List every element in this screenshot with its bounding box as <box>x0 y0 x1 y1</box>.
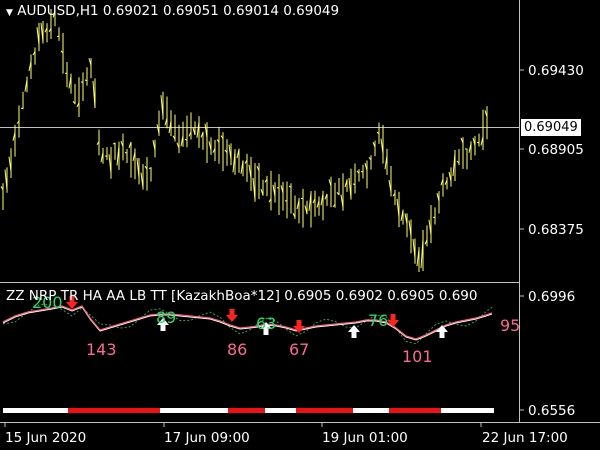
zigzag-label: 95 <box>500 316 520 335</box>
symbol-arrow-icon: ▼ <box>6 8 13 18</box>
indicator-price-label: 0.6996 <box>528 289 575 305</box>
time-label: 17 Jun 09:00 <box>164 430 250 446</box>
chart-canvas[interactable]: 0.69430 0.68905 0.68375 0.6996 0.6556 15… <box>0 0 600 450</box>
indicator-signal-line <box>2 306 493 341</box>
symbol-timeframe: AUDUSD,H1 <box>17 3 99 19</box>
ohlc-values: 0.69021 0.69051 0.69014 0.69049 <box>102 3 340 19</box>
candlestick-series <box>0 8 488 272</box>
time-label: 22 Jun 17:00 <box>482 430 568 446</box>
zigzag-label: 63 <box>256 314 276 333</box>
signal-bar-segment <box>389 408 441 413</box>
signal-bar-segment <box>353 408 389 413</box>
time-label: 15 Jun 2020 <box>5 430 86 446</box>
time-label: 19 Jun 01:00 <box>322 430 408 446</box>
indicator-price-label: 0.6556 <box>528 403 575 419</box>
signal-bar-segment <box>160 408 228 413</box>
zigzag-label: 86 <box>227 340 247 359</box>
indicator-name: ZZ NRP TR HA AA LB TT [KazakhBoa*12] <box>6 288 280 304</box>
zigzag-label: 67 <box>289 340 309 359</box>
zigzag-label: 76 <box>368 311 388 330</box>
indicator-main-line <box>2 305 493 340</box>
current-price-tag: 0.69049 <box>521 119 581 136</box>
indicator-lines <box>2 303 493 345</box>
price-label: 0.69430 <box>528 63 584 79</box>
zigzag-label: 143 <box>86 340 117 359</box>
signal-bar-segment <box>3 408 68 413</box>
indicator-header: ZZ NRP TR HA AA LB TT [KazakhBoa*12] 0.6… <box>6 288 520 304</box>
signal-bar-segment <box>296 408 353 413</box>
candle-open-tick <box>20 107 24 110</box>
buy-arrow-icon <box>436 325 448 338</box>
indicator-values: 0.6905 0.6902 0.6905 0.690 <box>284 288 478 304</box>
zigzag-label: 101 <box>402 347 433 366</box>
zigzag-label: 89 <box>156 308 176 327</box>
signal-bar-segment <box>68 408 160 413</box>
signal-bar-segment <box>441 408 494 413</box>
price-label: 0.68375 <box>528 222 584 238</box>
price-label: 0.68905 <box>528 142 584 158</box>
signal-bar-segment <box>228 408 265 413</box>
symbol-header: ▼ AUDUSD,H1 0.69021 0.69051 0.69014 0.69… <box>6 3 339 19</box>
signal-bar-segment <box>265 408 296 413</box>
signal-bar <box>3 408 494 413</box>
sell-arrow-icon <box>226 309 238 322</box>
